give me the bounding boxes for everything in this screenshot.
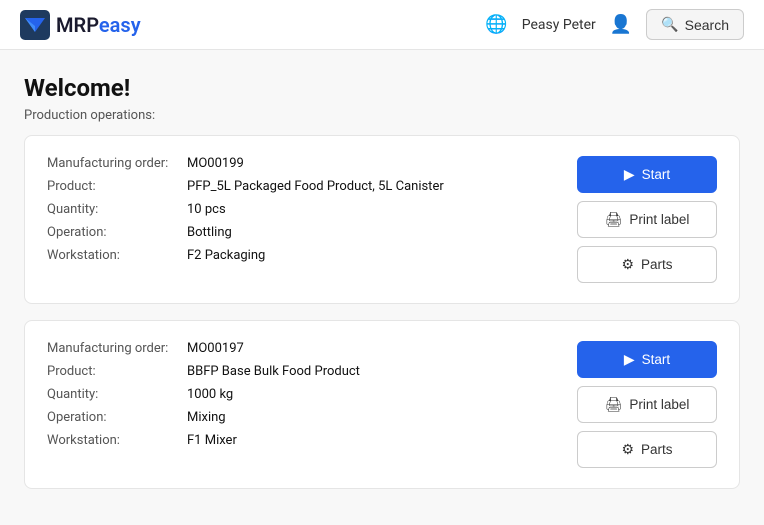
field-label: Manufacturing order:	[47, 341, 187, 356]
print-label-icon: 🖨	[605, 211, 623, 228]
logo-text: MRPeasy	[56, 13, 141, 37]
field-label: Product:	[47, 364, 187, 379]
card-row: Workstation:F1 Mixer	[47, 433, 547, 448]
field-value: BBFP Base Bulk Food Product	[187, 364, 360, 379]
main-content: Welcome! Production operations: Manufact…	[0, 50, 764, 525]
parts-icon: ⚙	[621, 256, 634, 273]
parts-button[interactable]: ⚙ Parts	[577, 246, 717, 283]
field-value: PFP_5L Packaged Food Product, 5L Caniste…	[187, 179, 444, 194]
card-row: Quantity:1000 kg	[47, 387, 547, 402]
field-label: Product:	[47, 179, 187, 194]
field-label: Workstation:	[47, 248, 187, 263]
search-button[interactable]: 🔍 Search	[646, 9, 744, 40]
search-label: Search	[685, 17, 729, 33]
section-label: Production operations:	[24, 108, 740, 123]
card-actions: ▶ Start 🖨 Print label ⚙ Parts	[577, 341, 717, 468]
card-row: Manufacturing order:MO00197	[47, 341, 547, 356]
start-icon: ▶	[624, 166, 635, 183]
logo-easy: easy	[99, 13, 141, 37]
field-value: Mixing	[187, 410, 226, 425]
user-name: Peasy Peter	[522, 17, 596, 33]
field-label: Manufacturing order:	[47, 156, 187, 171]
header-right: 🌐 Peasy Peter 👤 🔍 Search	[485, 9, 744, 40]
card-row: Product:BBFP Base Bulk Food Product	[47, 364, 547, 379]
field-value: 10 pcs	[187, 202, 226, 217]
start-icon: ▶	[624, 351, 635, 368]
start-button[interactable]: ▶ Start	[577, 156, 717, 193]
field-value: 1000 kg	[187, 387, 233, 402]
card-row: Manufacturing order:MO00199	[47, 156, 547, 171]
card-row: Operation:Bottling	[47, 225, 547, 240]
field-label: Quantity:	[47, 202, 187, 217]
field-label: Quantity:	[47, 387, 187, 402]
start-button[interactable]: ▶ Start	[577, 341, 717, 378]
parts-label: Parts	[641, 257, 673, 272]
card-fields: Manufacturing order:MO00199Product:PFP_5…	[47, 156, 547, 263]
page-title: Welcome!	[24, 74, 740, 102]
print-label-label: Print label	[629, 212, 689, 227]
cards-container: Manufacturing order:MO00199Product:PFP_5…	[24, 135, 740, 489]
field-value: F2 Packaging	[187, 248, 265, 263]
logo-icon	[20, 10, 50, 40]
card-row: Workstation:F2 Packaging	[47, 248, 547, 263]
logo-mrp: MRP	[56, 13, 99, 37]
parts-icon: ⚙	[621, 441, 634, 458]
field-label: Workstation:	[47, 433, 187, 448]
card-actions: ▶ Start 🖨 Print label ⚙ Parts	[577, 156, 717, 283]
logo: MRPeasy	[20, 10, 141, 40]
print-label-button[interactable]: 🖨 Print label	[577, 201, 717, 238]
card-row: Product:PFP_5L Packaged Food Product, 5L…	[47, 179, 547, 194]
header: MRPeasy 🌐 Peasy Peter 👤 🔍 Search	[0, 0, 764, 50]
print-label-button[interactable]: 🖨 Print label	[577, 386, 717, 423]
user-icon: 👤	[610, 14, 632, 35]
search-icon: 🔍	[661, 16, 678, 33]
field-value: Bottling	[187, 225, 232, 240]
production-card-1: Manufacturing order:MO00199Product:PFP_5…	[24, 135, 740, 304]
print-label-icon: 🖨	[605, 396, 623, 413]
card-row: Operation:Mixing	[47, 410, 547, 425]
card-fields: Manufacturing order:MO00197Product:BBFP …	[47, 341, 547, 448]
field-label: Operation:	[47, 410, 187, 425]
field-value: MO00199	[187, 156, 244, 171]
parts-label: Parts	[641, 442, 673, 457]
print-label-label: Print label	[629, 397, 689, 412]
card-row: Quantity:10 pcs	[47, 202, 547, 217]
field-value: MO00197	[187, 341, 244, 356]
start-label: Start	[642, 352, 671, 367]
start-label: Start	[642, 167, 671, 182]
production-card-2: Manufacturing order:MO00197Product:BBFP …	[24, 320, 740, 489]
parts-button[interactable]: ⚙ Parts	[577, 431, 717, 468]
globe-icon[interactable]: 🌐	[485, 14, 507, 35]
field-value: F1 Mixer	[187, 433, 237, 448]
field-label: Operation:	[47, 225, 187, 240]
